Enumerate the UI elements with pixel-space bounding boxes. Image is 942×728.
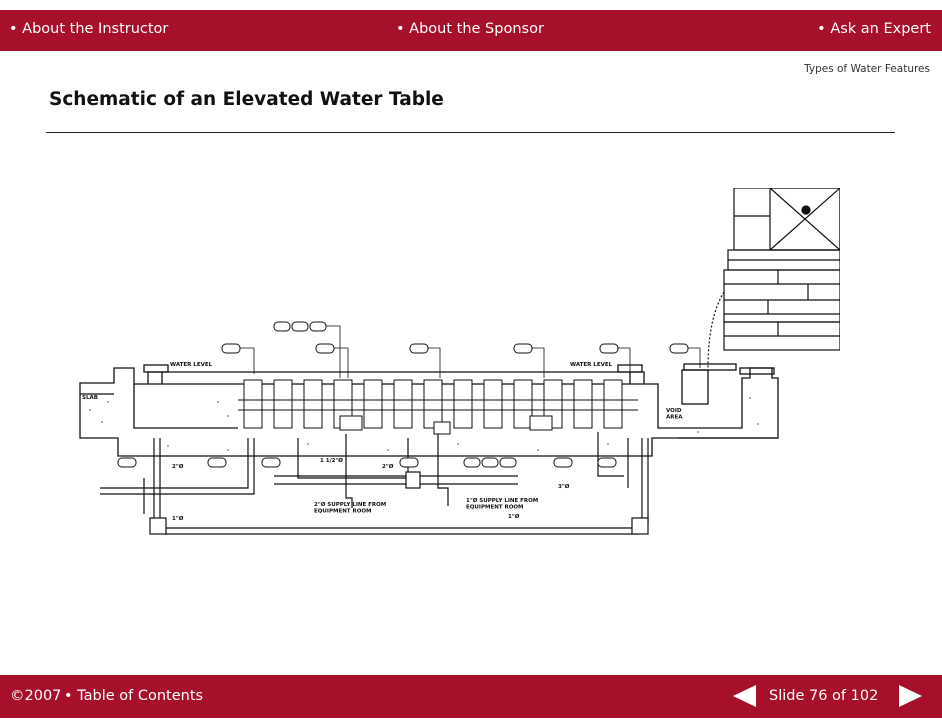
water-table-schematic: WATER LEVEL WATER LEVEL SLAB VOID AREA 2"… — [79, 188, 840, 535]
dimension-label-f: 1"Ø — [508, 513, 520, 520]
slide-title: Schematic of an Elevated Water Table — [49, 89, 444, 110]
schematic-labels: WATER LEVEL WATER LEVEL SLAB VOID AREA 2"… — [82, 362, 683, 522]
building-wall — [707, 188, 840, 369]
slab-label: SLAB — [82, 395, 98, 401]
dimension-label-b: 1 1/2"Ø — [320, 457, 343, 464]
water-level-left-label: WATER LEVEL — [170, 362, 213, 368]
nozzle-assemblies — [238, 379, 638, 435]
void-area-label: VOID AREA — [666, 408, 683, 421]
dimension-label-a: 2"Ø — [172, 463, 184, 470]
copyright-text: ©2007 — [10, 688, 62, 704]
bottom-nav-bar: ©2007 • Table of Contents Slide 76 of 10… — [0, 675, 942, 718]
about-sponsor-link[interactable]: • About the Sponsor — [396, 21, 544, 37]
dimension-label-d: 3"Ø — [558, 483, 570, 490]
top-nav-bar: • About the Instructor • About the Spons… — [0, 10, 942, 51]
dimension-label-c: 2"Ø — [382, 463, 394, 470]
section-label: Types of Water Features — [804, 63, 930, 75]
previous-slide-arrow-icon[interactable] — [732, 684, 758, 708]
slide-counter: Slide 76 of 102 — [769, 688, 879, 704]
title-divider — [46, 132, 895, 133]
next-slide-arrow-icon[interactable] — [897, 684, 923, 708]
ask-expert-link[interactable]: • Ask an Expert — [817, 21, 931, 37]
water-level-right-label: WATER LEVEL — [570, 362, 613, 368]
about-instructor-link[interactable]: • About the Instructor — [9, 21, 168, 37]
table-of-contents-link[interactable]: • Table of Contents — [64, 688, 203, 704]
leader-lines — [240, 325, 701, 378]
supply-line-2in-label: 2"Ø SUPPLY LINE FROM EQUIPMENT ROOM — [314, 501, 386, 515]
dimension-label-e: 1"Ø — [172, 515, 184, 522]
supply-line-1in-label: 1"Ø SUPPLY LINE FROM EQUIPMENT ROOM — [466, 497, 538, 511]
